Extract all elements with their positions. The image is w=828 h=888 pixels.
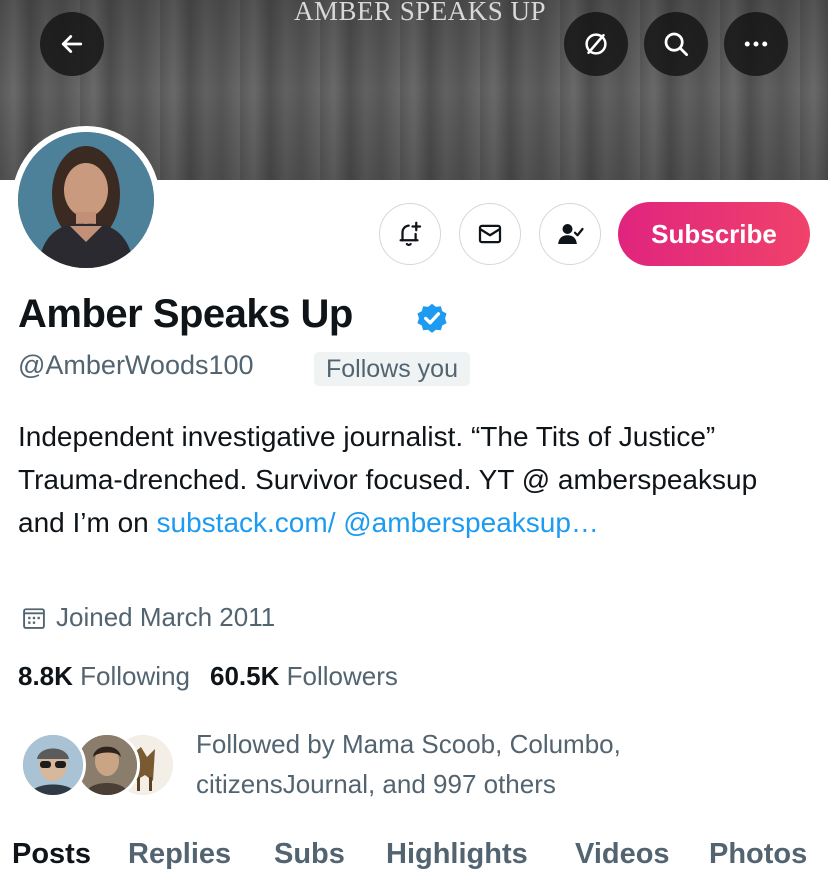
profile-avatar[interactable] [12, 126, 160, 274]
followers-label: Followers [286, 661, 398, 691]
stop-circle-icon [585, 33, 607, 55]
followers-link[interactable]: 60.5K Followers [210, 661, 398, 691]
tab-subs[interactable]: Subs [274, 838, 345, 871]
followed-by-text[interactable]: Followed by Mama Scoob, Columbo, citizen… [196, 724, 796, 804]
follow-stats: 8.8K Following 60.5K Followers [18, 661, 398, 692]
follows-you-badge: Follows you [314, 352, 470, 386]
tab-replies[interactable]: Replies [128, 838, 231, 871]
back-button[interactable] [40, 12, 104, 76]
back-arrow-icon [61, 35, 83, 53]
profile-tabs: Posts Replies Subs Highlights Videos Pho… [12, 838, 828, 888]
notifications-button[interactable] [379, 203, 441, 265]
bell-plus-icon [399, 221, 422, 247]
joined-text: Joined March 2011 [56, 602, 276, 632]
following-count: 8.8K [18, 661, 73, 691]
search-button[interactable] [644, 12, 708, 76]
joined-date: Joined March 2011 [20, 602, 275, 633]
tab-highlights[interactable]: Highlights [386, 838, 528, 871]
avatar-image [18, 132, 154, 268]
more-button[interactable] [724, 12, 788, 76]
followers-count: 60.5K [209, 661, 280, 691]
following-button[interactable] [539, 203, 601, 265]
display-name: Amber Speaks Up [18, 292, 353, 336]
profile-bio: Independent investigative journalist. “T… [18, 415, 808, 544]
stop-button[interactable] [564, 12, 628, 76]
following-link[interactable]: 8.8K Following [18, 661, 190, 691]
more-icon [744, 41, 768, 47]
followed-by-avatars[interactable] [20, 732, 180, 802]
subscribe-button[interactable]: Subscribe [618, 202, 810, 266]
verified-badge-icon [417, 303, 447, 333]
envelope-icon [478, 224, 502, 244]
message-button[interactable] [459, 203, 521, 265]
tab-posts[interactable]: Posts [12, 838, 91, 871]
tab-photos[interactable]: Photos [709, 838, 807, 871]
following-label: Following [80, 661, 190, 691]
follower-avatar [20, 732, 86, 798]
banner-title: AMBER SPEAKS UP [293, 0, 547, 26]
user-check-icon [558, 224, 584, 244]
bio-link[interactable]: substack.com/ @amberspeaksup… [157, 507, 599, 538]
tab-videos[interactable]: Videos [575, 838, 670, 871]
search-icon [664, 32, 688, 56]
calendar-icon [23, 607, 45, 629]
profile-handle: @AmberWoods100 [18, 350, 254, 380]
